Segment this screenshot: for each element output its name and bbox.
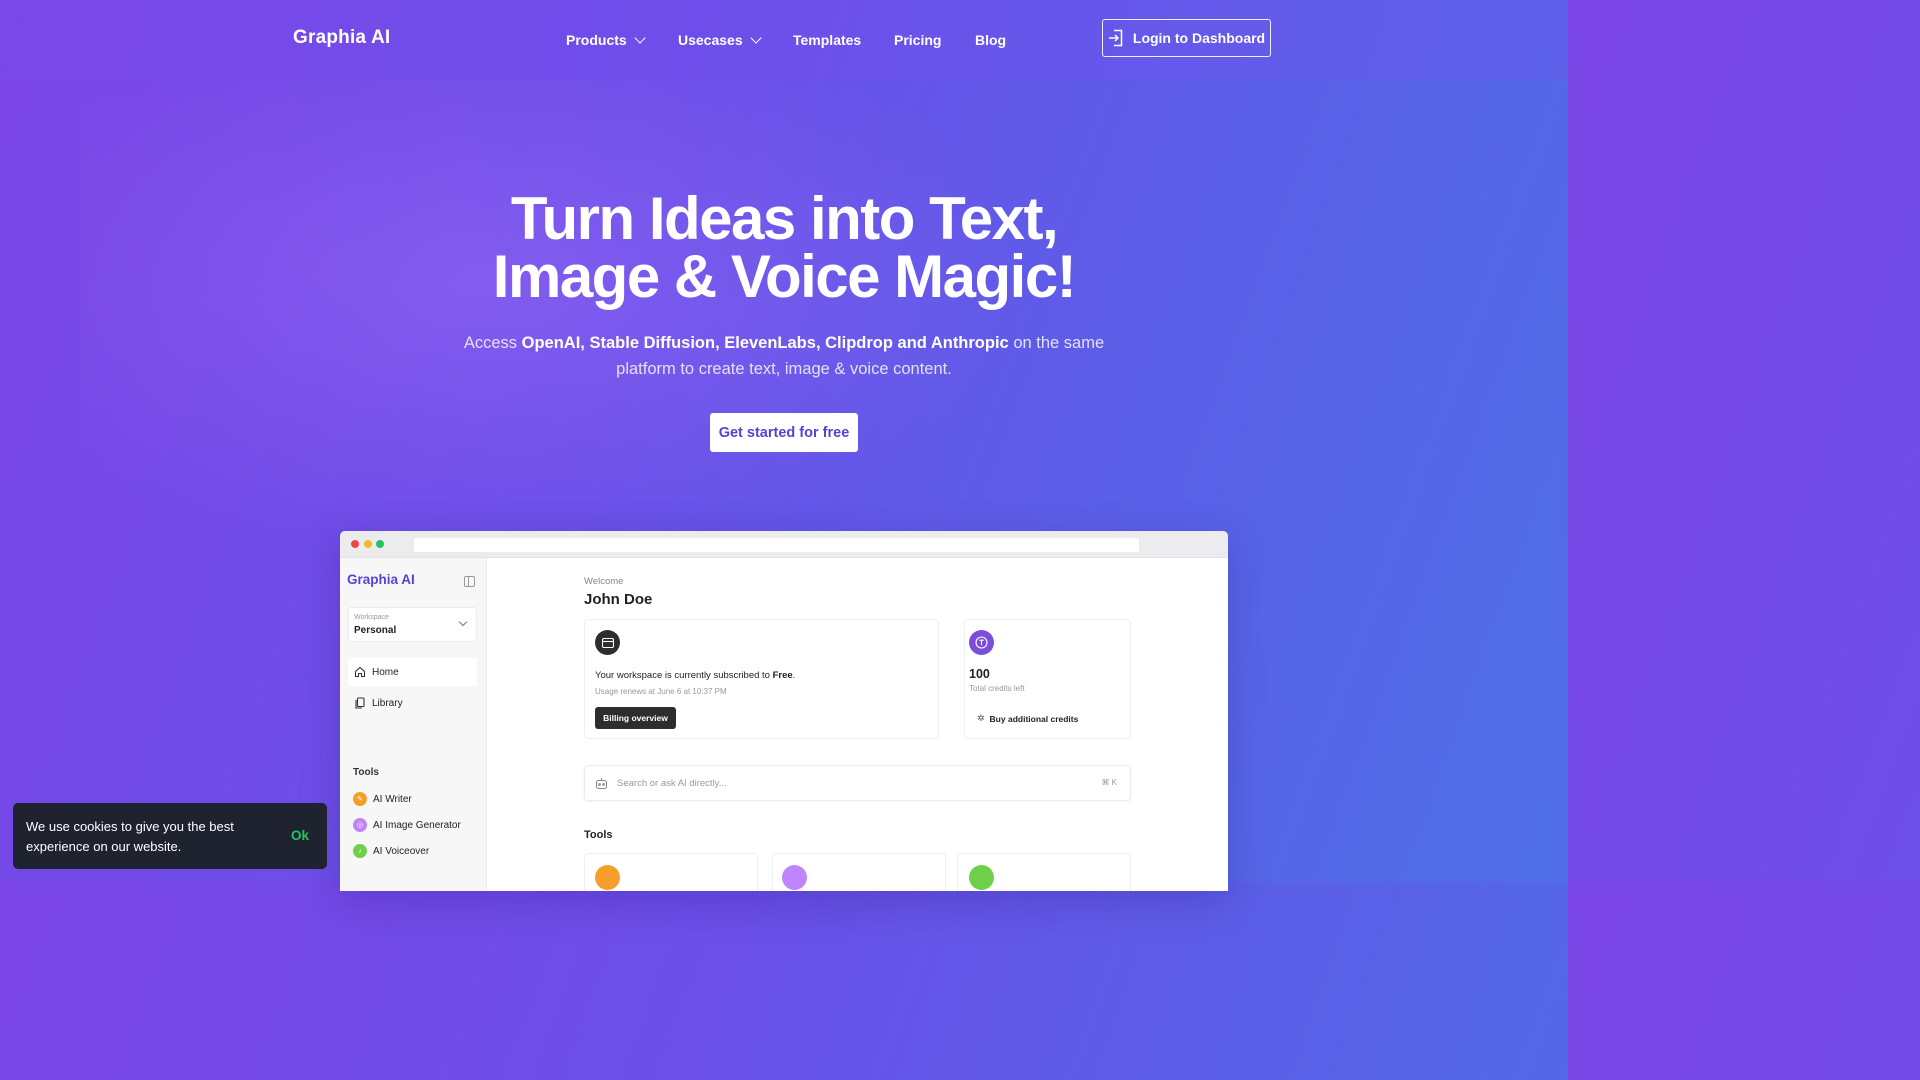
microphone-icon: ♪ [353, 844, 367, 858]
subscription-prefix: Your workspace is currently subscribed t… [595, 670, 773, 681]
url-bar [414, 538, 1139, 552]
microphone-icon [969, 865, 994, 890]
nav-blog-label: Blog [975, 32, 1007, 48]
subscription-plan: Free [772, 670, 793, 681]
sidebar-item-home: Home [348, 658, 477, 686]
subscription-text: Your workspace is currently subscribed t… [595, 670, 795, 681]
credits-token-icon [969, 630, 994, 655]
nav-usecases-label: Usecases [678, 32, 743, 48]
app-screenshot-mockup: Graphia AI Workspace Personal Home Libra… [340, 531, 1228, 891]
minimize-dot-icon [364, 540, 372, 548]
site-logo[interactable]: Graphia AI [293, 27, 390, 49]
robot-icon [595, 778, 608, 790]
tool-label: AI Writer [373, 793, 412, 805]
sidebar-item-library: Library [348, 689, 477, 717]
sidebar-tool-ai-voiceover: ♪ AI Voiceover [353, 844, 429, 858]
tool-card-writer [584, 853, 758, 891]
library-icon [355, 697, 365, 709]
buy-credits-label: Buy additional credits [989, 713, 1079, 724]
maximize-dot-icon [376, 540, 384, 548]
user-name: John Doe [584, 591, 653, 608]
mock-sidebar: Graphia AI Workspace Personal Home Libra… [340, 558, 487, 891]
ai-search-box: Search or ask AI directly... ⌘ K [584, 765, 1131, 801]
nav-pricing[interactable]: Pricing [894, 32, 941, 48]
sparkle-icon: ✲ [977, 713, 985, 723]
close-dot-icon [351, 540, 359, 548]
tool-card-voiceover [957, 853, 1131, 891]
billing-card-icon [595, 630, 620, 655]
get-started-button[interactable]: Get started for free [710, 413, 858, 452]
chevron-down-icon [458, 617, 468, 627]
login-label: Login to Dashboard [1132, 30, 1266, 46]
buy-credits-link: ✲ Buy additional credits [977, 713, 1078, 724]
sidebar-tool-ai-writer: ✎ AI Writer [353, 792, 412, 806]
top-nav: Graphia AI Products Usecases Templates P… [0, 0, 1568, 80]
subscription-card: Your workspace is currently subscribed t… [584, 619, 939, 739]
credits-card: 100 Total credits left ✲ Buy additional … [964, 619, 1131, 739]
tool-label: AI Image Generator [373, 819, 461, 831]
nav-templates[interactable]: Templates [793, 32, 861, 48]
billing-overview-button: Billing overview [595, 707, 676, 729]
cookie-ok-button[interactable]: Ok [291, 828, 309, 843]
home-icon [354, 666, 366, 678]
hero-subtitle: Access OpenAI, Stable Diffusion, ElevenL… [434, 330, 1134, 382]
chevron-down-icon [634, 31, 646, 44]
nav-usecases[interactable]: Usecases [678, 31, 762, 48]
credits-value: 100 [969, 667, 990, 681]
nav-blog[interactable]: Blog [975, 32, 1006, 48]
search-placeholder: Search or ask AI directly... [617, 778, 727, 789]
sidebar-tool-ai-image: ◎ AI Image Generator [353, 818, 461, 832]
tool-card-image [772, 853, 946, 891]
sidebar-item-label: Home [372, 666, 399, 678]
login-to-dashboard-button[interactable]: Login to Dashboard [1102, 19, 1271, 57]
hero-sub-prefix: Access [463, 334, 522, 352]
renewal-text: Usage renews at June 6 at 10:37 PM [595, 687, 727, 696]
tool-label: AI Voiceover [373, 845, 430, 857]
sidebar-toggle-icon [464, 576, 475, 587]
browser-bar [340, 531, 1228, 558]
mock-logo: Graphia AI [347, 572, 415, 587]
nav-products[interactable]: Products [566, 31, 646, 48]
nav-pricing-label: Pricing [894, 32, 942, 48]
hero-sub-providers: OpenAI, Stable Diffusion, ElevenLabs, Cl… [521, 334, 1009, 352]
workspace-select: Workspace Personal [348, 607, 477, 642]
sidebar-tools-heading: Tools [353, 767, 379, 778]
main-tools-heading: Tools [584, 829, 613, 841]
image-icon: ◎ [353, 818, 367, 832]
nav-products-label: Products [566, 32, 627, 48]
workspace-value: Personal [354, 625, 397, 636]
welcome-label: Welcome [584, 576, 624, 587]
cookie-banner: We use cookies to give you the best expe… [13, 803, 327, 869]
search-shortcut: ⌘ K [1101, 778, 1117, 787]
hero-title-line2: Image & Voice Magic! [492, 243, 1077, 310]
nav-templates-label: Templates [793, 32, 862, 48]
sidebar-item-label: Library [372, 697, 403, 709]
hero-title: Turn Ideas into Text, Image & Voice Magi… [384, 189, 1184, 307]
chevron-down-icon [749, 31, 762, 44]
credits-label: Total credits left [969, 684, 1025, 693]
cookie-text: We use cookies to give you the best expe… [26, 819, 234, 854]
writer-icon [595, 865, 620, 890]
login-icon [1108, 29, 1123, 47]
writer-icon: ✎ [353, 792, 367, 806]
image-icon [782, 865, 807, 890]
hero-title-line1: Turn Ideas into Text, [510, 185, 1059, 252]
workspace-label: Workspace [354, 614, 389, 621]
subscription-suffix: . [792, 670, 796, 681]
